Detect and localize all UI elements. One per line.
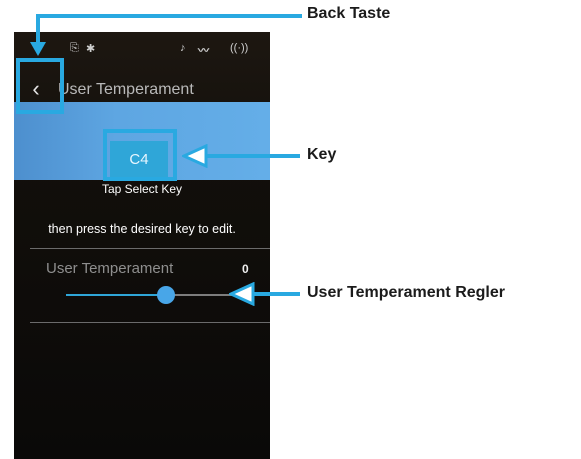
back-callout-line-horizontal xyxy=(36,14,302,18)
bluetooth-icon: ✱ xyxy=(86,43,96,55)
slider-fill xyxy=(66,294,166,296)
divider-bottom xyxy=(30,322,270,323)
key-callout-arrow xyxy=(182,144,208,168)
divider-top xyxy=(30,248,270,249)
edit-hint-text: then press the desired key to edit. xyxy=(48,222,236,236)
key-callout-label: Key xyxy=(307,146,337,163)
usb-icon: ⎘ xyxy=(70,42,79,54)
midi-wave-icon: 〰 xyxy=(198,45,209,57)
slider-callout-arrow xyxy=(229,282,255,306)
slider-thumb[interactable] xyxy=(157,286,175,304)
wireless-icon: ((·)) xyxy=(230,42,249,54)
bluetooth-audio-icon: ♪ xyxy=(180,42,186,54)
key-callout-frame xyxy=(103,129,177,181)
key-callout-line xyxy=(204,154,300,158)
page-title: User Temperament xyxy=(58,81,194,98)
slider-callout-label: User Temperament Regler xyxy=(307,284,505,301)
back-callout-label: Back Taste xyxy=(307,5,391,22)
tap-select-key-text: Tap Select Key xyxy=(101,182,183,196)
slider-callout-line xyxy=(252,292,300,296)
slider-label: User Temperament xyxy=(46,260,174,277)
back-callout-arrow xyxy=(30,42,46,56)
back-callout-frame xyxy=(16,58,64,114)
slider-value: 0 xyxy=(242,262,249,276)
